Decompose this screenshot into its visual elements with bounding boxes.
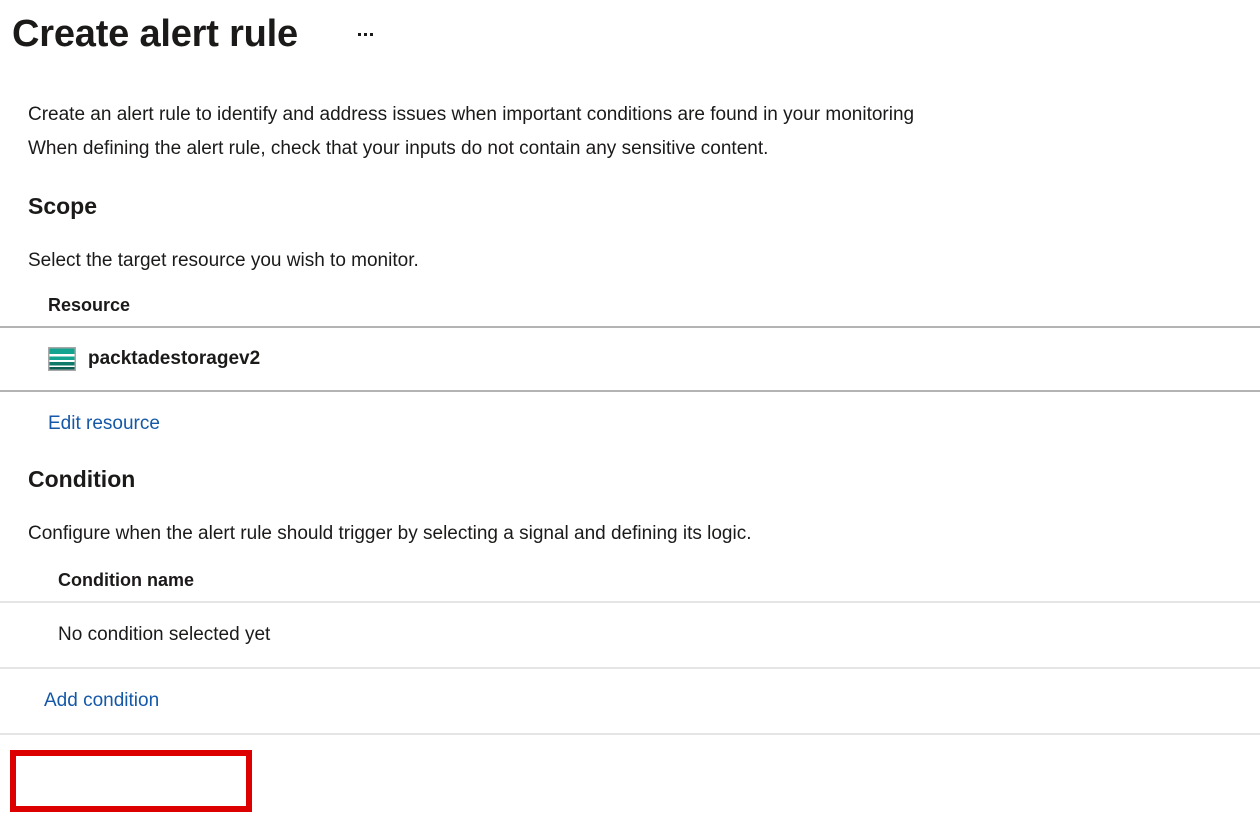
add-condition-row: Add condition	[0, 669, 1260, 733]
storage-account-icon	[48, 347, 76, 371]
ellipsis-dot-2	[364, 32, 368, 36]
add-condition-divider	[0, 733, 1260, 735]
more-options-ellipsis-icon[interactable]	[350, 18, 382, 50]
condition-name-column-header: Condition name	[58, 570, 194, 590]
condition-table: Condition name No condition selected yet…	[0, 569, 1260, 735]
page-description-line-2: When defining the alert rule, check that…	[28, 138, 769, 159]
condition-section-description: Configure when the alert rule should tri…	[28, 523, 752, 544]
condition-empty-state-text: No condition selected yet	[58, 624, 271, 645]
condition-section-heading: Condition	[28, 466, 136, 492]
resource-table: Resource packtadestoragev2	[0, 294, 1260, 392]
table-row: No condition selected yet	[0, 603, 1260, 667]
create-alert-rule-page: Create alert rule Create an alert rule t…	[0, 0, 1260, 827]
page-title: Create alert rule	[12, 13, 298, 55]
ellipsis-dot-1	[358, 32, 362, 36]
edit-resource-link[interactable]: Edit resource	[48, 412, 160, 436]
resource-row-divider	[0, 390, 1260, 392]
resource-name: packtadestoragev2	[88, 348, 261, 369]
add-condition-link[interactable]: Add condition	[44, 689, 159, 713]
page-header: Create alert rule	[0, 0, 1260, 56]
table-row[interactable]: packtadestoragev2	[0, 328, 1260, 390]
annotation-highlight-box	[10, 750, 252, 812]
page-description-line-1: Create an alert rule to identify and add…	[28, 104, 915, 125]
page-description: Create an alert rule to identify and add…	[28, 98, 1260, 166]
scope-section-description: Select the target resource you wish to m…	[28, 250, 419, 271]
scope-section-heading: Scope	[28, 193, 98, 219]
resource-column-header: Resource	[48, 295, 131, 315]
ellipsis-dot-3	[370, 32, 374, 36]
